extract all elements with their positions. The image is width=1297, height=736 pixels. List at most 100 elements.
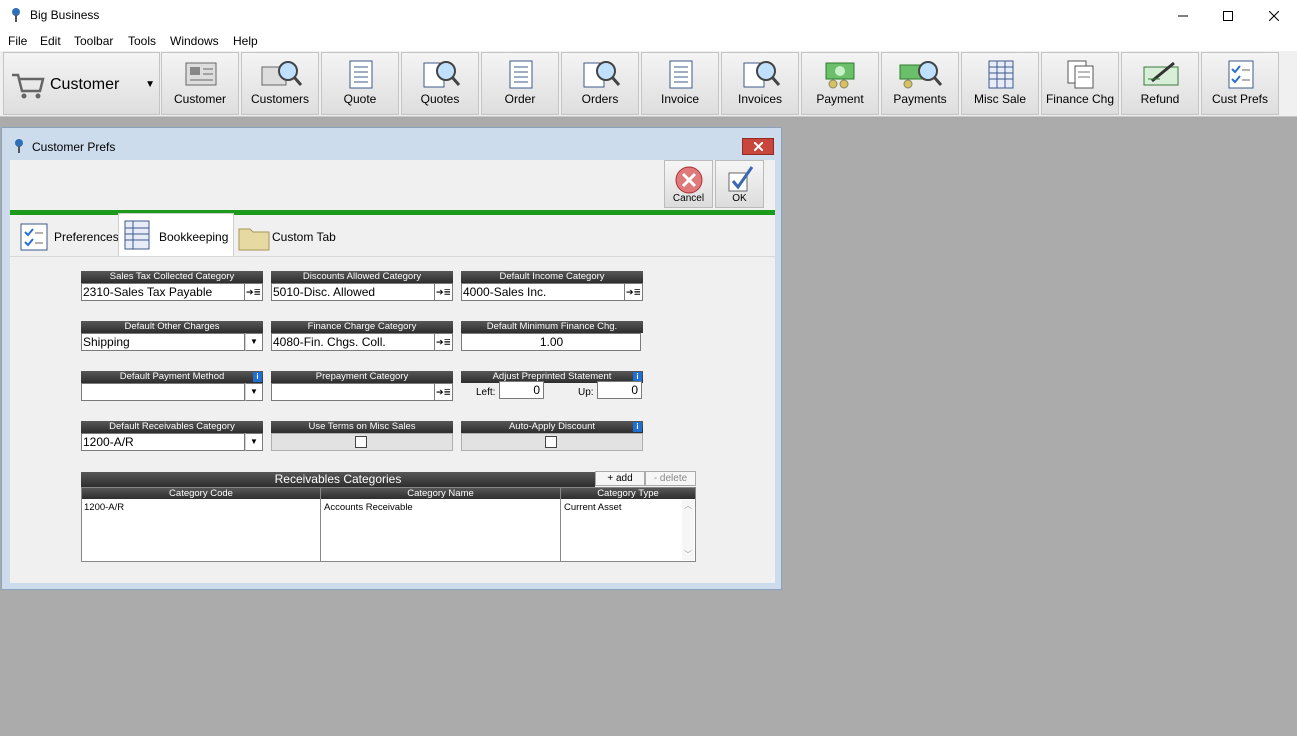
use-terms-checkbox[interactable] <box>355 436 367 448</box>
module-selector[interactable]: Customer ▼ <box>3 52 160 115</box>
sales-tax-header: Sales Tax Collected Category <box>81 271 263 283</box>
check-pen-icon <box>1143 61 1179 86</box>
grid-divider <box>320 488 321 561</box>
search-document-icon <box>583 61 621 88</box>
sales-tax-field[interactable]: 2310-Sales Tax Payable <box>81 283 245 301</box>
tab-preferences[interactable]: Preferences <box>14 217 119 256</box>
toolbar-customers-label: Customers <box>250 92 309 106</box>
minimize-button[interactable] <box>1160 0 1206 31</box>
main-toolbar: Customer ▼ Customer Customers Quote Quot… <box>0 51 1297 117</box>
auto-discount-header: Auto-Apply Discount i <box>461 421 643 433</box>
payment-method-header-label: Default Payment Method <box>119 371 225 382</box>
checklist-icon <box>20 223 48 251</box>
app-logo-icon <box>15 139 23 153</box>
tab-custom-label: Custom Tab <box>272 230 336 244</box>
chevron-down-icon: ▼ <box>145 79 155 90</box>
dialog-body: Cancel OK Preferences Bookkeeping Custom… <box>10 160 775 583</box>
cancel-button[interactable]: Cancel <box>664 160 713 208</box>
search-document-icon <box>423 61 461 88</box>
receivables-field[interactable]: 1200-A/R <box>81 433 245 451</box>
folder-icon <box>238 228 270 251</box>
maximize-button[interactable] <box>1205 0 1251 31</box>
list-lookup-icon[interactable]: ➔≣ <box>435 383 453 401</box>
income-field[interactable]: 4000-Sales Inc. <box>461 283 625 301</box>
toolbar-invoices-button[interactable]: Invoices <box>721 52 799 115</box>
toolbar-finance-chg-button[interactable]: Finance Chg <box>1041 52 1119 115</box>
list-lookup-icon[interactable]: ➔≣ <box>435 333 453 351</box>
chevron-down-icon[interactable]: ▼ <box>245 333 263 351</box>
list-lookup-icon[interactable]: ➔≣ <box>625 283 643 301</box>
table-row-cell-type[interactable]: Current Asset <box>564 502 622 513</box>
toolbar-order-button[interactable]: Order <box>481 52 559 115</box>
menu-tools[interactable]: Tools <box>128 34 156 48</box>
toolbar-customer-label: Customer <box>173 92 226 106</box>
list-lookup-icon[interactable]: ➔≣ <box>245 283 263 301</box>
checklist-icon <box>1228 60 1254 89</box>
discounts-field[interactable]: 5010-Disc. Allowed <box>271 283 435 301</box>
min-finance-header: Default Minimum Finance Chg. <box>461 321 643 333</box>
tab-custom[interactable]: Custom Tab <box>236 217 346 256</box>
receivables-grid: Category Code Category Name Category Typ… <box>81 487 696 562</box>
menu-help[interactable]: Help <box>233 34 258 48</box>
table-row-cell-name[interactable]: Accounts Receivable <box>324 502 413 513</box>
money-icon <box>825 62 855 89</box>
menu-bar: File Edit Toolbar Tools Windows Help <box>0 31 1297 51</box>
chevron-down-icon[interactable]: ▼ <box>245 383 263 401</box>
toolbar-payments-button[interactable]: Payments <box>881 52 959 115</box>
toolbar-payments-label: Payments <box>893 92 947 106</box>
toolbar-quotes-label: Quotes <box>420 92 460 106</box>
add-category-button[interactable]: + add <box>595 471 645 486</box>
close-button[interactable] <box>1251 0 1297 31</box>
document-icon <box>509 60 533 89</box>
grid-header-type[interactable]: Category Type <box>561 488 695 499</box>
adjust-up-field[interactable]: 0 <box>597 381 642 399</box>
delete-category-button[interactable]: - delete <box>645 471 696 486</box>
list-lookup-icon[interactable]: ➔≣ <box>435 283 453 301</box>
search-document-icon <box>743 61 781 88</box>
table-row-cell-code[interactable]: 1200-A/R <box>84 502 124 513</box>
dialog-close-button[interactable] <box>742 138 774 155</box>
toolbar-payment-label: Payment <box>816 92 864 106</box>
toolbar-cust-prefs-button[interactable]: Cust Prefs <box>1201 52 1279 115</box>
prepayment-field[interactable] <box>271 383 435 401</box>
toolbar-payment-button[interactable]: Payment <box>801 52 879 115</box>
toolbar-customer-button[interactable]: Customer <box>161 52 239 115</box>
scroll-down-icon[interactable]: ﹀ <box>684 549 692 560</box>
app-logo-icon <box>12 8 20 22</box>
scroll-up-icon[interactable]: ︿ <box>684 500 692 511</box>
cancel-icon <box>675 166 702 194</box>
auto-discount-header-label: Auto-Apply Discount <box>508 421 596 432</box>
toolbar-invoice-button[interactable]: Invoice <box>641 52 719 115</box>
grid-header-code[interactable]: Category Code <box>82 488 320 499</box>
minimize-icon <box>1178 15 1188 16</box>
payment-method-field[interactable] <box>81 383 245 401</box>
discounts-header: Discounts Allowed Category <box>271 271 453 283</box>
toolbar-refund-button[interactable]: Refund <box>1121 52 1199 115</box>
adjust-left-field[interactable]: 0 <box>499 381 544 399</box>
toolbar-misc-sale-label: Misc Sale <box>973 92 1026 106</box>
toolbar-quotes-button[interactable]: Quotes <box>401 52 479 115</box>
min-finance-field[interactable]: 1.00 <box>461 333 641 351</box>
info-icon[interactable]: i <box>253 372 262 382</box>
grid-scrollbar[interactable]: ︿ ﹀ <box>682 500 694 560</box>
menu-windows[interactable]: Windows <box>170 34 219 48</box>
toolbar-customers-button[interactable]: Customers <box>241 52 319 115</box>
finance-charge-field[interactable]: 4080-Fin. Chgs. Coll. <box>271 333 435 351</box>
menu-edit[interactable]: Edit <box>40 34 61 48</box>
grid-header-name[interactable]: Category Name <box>321 488 560 499</box>
chevron-down-icon[interactable]: ▼ <box>245 433 263 451</box>
tab-bookkeeping[interactable]: Bookkeeping <box>118 213 234 257</box>
dialog-title: Customer Prefs <box>32 140 116 154</box>
toolbar-orders-button[interactable]: Orders <box>561 52 639 115</box>
toolbar-quote-button[interactable]: Quote <box>321 52 399 115</box>
other-charges-field[interactable]: Shipping <box>81 333 245 351</box>
menu-file[interactable]: File <box>8 34 27 48</box>
ok-button[interactable]: OK <box>715 160 764 208</box>
close-icon <box>1269 10 1279 21</box>
auto-discount-checkbox[interactable] <box>545 436 557 448</box>
toolbar-misc-sale-button[interactable]: Misc Sale <box>961 52 1039 115</box>
tab-bookkeeping-label: Bookkeeping <box>159 230 229 244</box>
document-icon <box>349 60 373 89</box>
info-icon[interactable]: i <box>633 422 642 432</box>
menu-toolbar[interactable]: Toolbar <box>74 34 113 48</box>
